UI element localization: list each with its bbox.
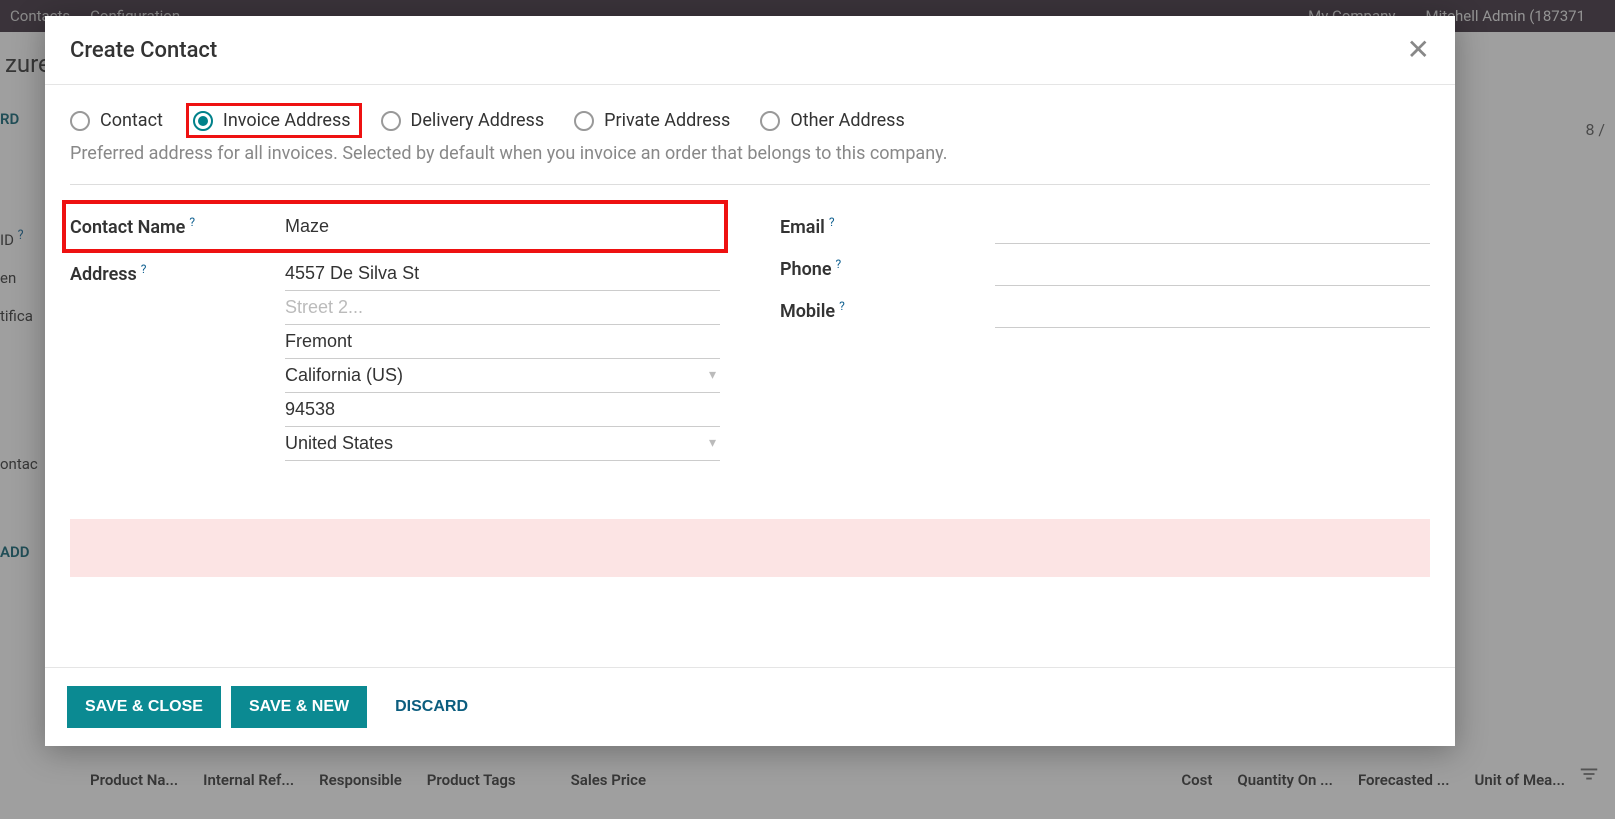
label-phone: Phone? xyxy=(780,252,995,280)
radio-contact[interactable]: Contact xyxy=(70,110,163,131)
radio-contact-label: Contact xyxy=(100,110,163,131)
phone-input[interactable] xyxy=(995,252,1430,286)
radio-private-label: Private Address xyxy=(604,110,730,131)
close-icon[interactable]: ✕ xyxy=(1407,36,1430,64)
address-type-radios: Contact Invoice Address Delivery Address… xyxy=(70,110,1430,131)
form-columns: Contact Name? Address? xyxy=(70,210,1430,469)
divider xyxy=(70,184,1430,185)
radio-delivery-address[interactable]: Delivery Address xyxy=(381,110,545,131)
warning-strip xyxy=(70,519,1430,577)
save-close-button[interactable]: SAVE & CLOSE xyxy=(67,686,221,728)
mobile-input[interactable] xyxy=(995,294,1430,328)
street1-input[interactable] xyxy=(285,257,720,291)
country-select[interactable] xyxy=(285,427,720,461)
radio-invoice-label: Invoice Address xyxy=(223,110,351,131)
radio-delivery-label: Delivery Address xyxy=(411,110,545,131)
radio-invoice-address[interactable]: Invoice Address xyxy=(193,110,351,131)
email-input[interactable] xyxy=(995,210,1430,244)
save-new-button[interactable]: SAVE & NEW xyxy=(231,686,367,728)
helper-text: Preferred address for all invoices. Sele… xyxy=(70,143,1430,164)
form-col-left: Contact Name? Address? xyxy=(70,210,720,469)
create-contact-modal: Create Contact ✕ Contact Invoice Address… xyxy=(45,16,1455,746)
discard-button[interactable]: DISCARD xyxy=(377,686,486,728)
city-input[interactable] xyxy=(285,325,720,359)
modal-title: Create Contact xyxy=(70,38,217,63)
modal-header: Create Contact ✕ xyxy=(45,16,1455,85)
label-address: Address? xyxy=(70,257,285,285)
radio-private-address[interactable]: Private Address xyxy=(574,110,730,131)
radio-other-address[interactable]: Other Address xyxy=(760,110,904,131)
zip-input[interactable] xyxy=(285,393,720,427)
label-contact-name: Contact Name? xyxy=(70,210,285,238)
street2-input[interactable] xyxy=(285,291,720,325)
form-col-right: Email? Phone? Mobile? xyxy=(780,210,1430,469)
radio-other-label: Other Address xyxy=(790,110,904,131)
state-select[interactable] xyxy=(285,359,720,393)
modal-footer: SAVE & CLOSE SAVE & NEW DISCARD xyxy=(45,667,1455,746)
contact-name-input[interactable] xyxy=(285,210,720,243)
label-email: Email? xyxy=(780,210,995,238)
label-mobile: Mobile? xyxy=(780,294,995,322)
modal-body: Contact Invoice Address Delivery Address… xyxy=(45,85,1455,667)
